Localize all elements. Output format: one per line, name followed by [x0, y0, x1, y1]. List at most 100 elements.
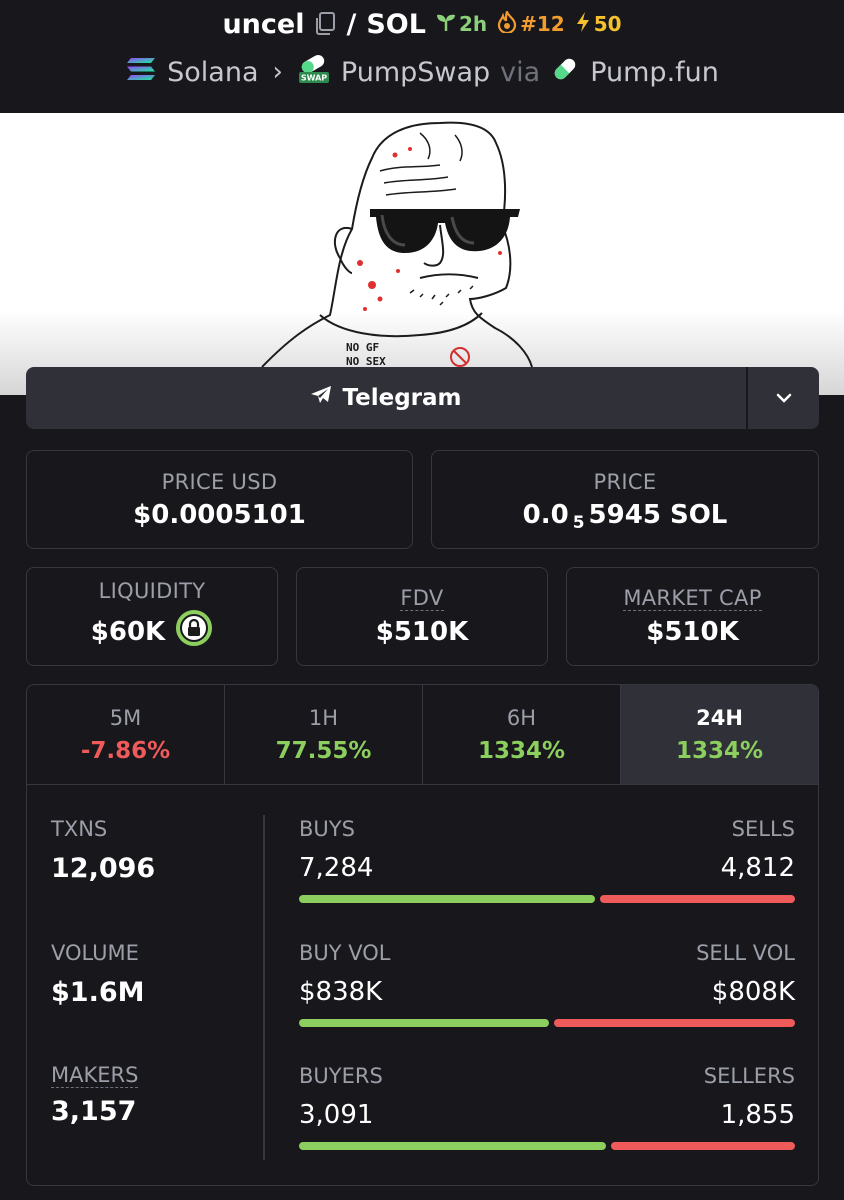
ratio-labels: BUY VOL SELL VOL [299, 941, 795, 965]
tab-label: 5M [109, 705, 142, 730]
price-usd-card: PRICE USD $0.0005101 [26, 450, 413, 549]
sell-vol-bar [554, 1019, 795, 1027]
buyers-value: 3,091 [299, 1100, 374, 1130]
age-value: 2h [458, 12, 488, 36]
txns-stat: TXNS 12,096 [51, 817, 155, 884]
price-native-prefix: 0.0 [522, 499, 569, 530]
volume-stat: VOLUME $1.6M [51, 941, 145, 1008]
telegram-button[interactable]: Telegram [26, 367, 746, 429]
tab-6h[interactable]: 6H 1334% [423, 685, 621, 784]
txns-label: TXNS [51, 817, 108, 841]
copy-icon[interactable] [314, 12, 336, 36]
volume-label: VOLUME [51, 941, 139, 965]
price-usd-label: PRICE USD [161, 469, 278, 494]
market-cap-label[interactable]: MARKET CAP [623, 586, 762, 611]
seedling-icon [436, 12, 456, 37]
price-change: -7.86% [80, 737, 171, 764]
lock-icon[interactable] [175, 609, 213, 654]
chain-link[interactable]: Solana [167, 57, 258, 88]
price-native-label: PRICE [593, 469, 657, 494]
lightning-icon [575, 11, 591, 38]
trending-rank: #12 [520, 12, 565, 36]
buy-vol-value: $838K [299, 977, 383, 1007]
makers-stat: MAKERS 3,157 [51, 1063, 139, 1127]
dex-link[interactable]: PumpSwap [341, 57, 490, 88]
sells-value: 4,812 [720, 853, 795, 883]
tab-label: 24H [696, 705, 743, 730]
price-change: 1334% [675, 737, 764, 764]
stats-panel: 5M -7.86% 1H 77.55% 6H 1334% 24H 1334% T… [26, 684, 819, 1186]
txns-value: 12,096 [51, 853, 156, 884]
buyers-bar [299, 1142, 606, 1150]
fdv-label[interactable]: FDV [400, 586, 444, 611]
telegram-icon [310, 385, 332, 411]
sell-vol-value: $808K [711, 977, 795, 1007]
chevron-right-icon: › [272, 57, 283, 87]
tab-label: 1H [308, 705, 339, 730]
ratio-labels: BUYERS SELLERS [299, 1064, 795, 1088]
buy-vol-bar [299, 1019, 549, 1027]
price-native-zero-count: 5 [572, 512, 585, 533]
quote-symbol: SOL [366, 8, 426, 40]
volume-ratio: BUY VOL SELL VOL $838K $808K [299, 941, 795, 1041]
sells-bar [600, 895, 795, 903]
shirt-text-line1: NO GF [346, 341, 379, 354]
sellers-label: SELLERS [703, 1064, 795, 1088]
svg-text:SWAP: SWAP [301, 73, 327, 82]
buys-sells-bar [299, 895, 795, 903]
boost-badge[interactable]: 50 [575, 11, 622, 38]
sellers-bar [611, 1142, 795, 1150]
breadcrumb: Solana › SWAP PumpSwap via Pump.fun [0, 52, 844, 92]
tab-5m[interactable]: 5M -7.86% [27, 685, 225, 784]
liquidity-value-row: $60K [91, 609, 213, 654]
makers-ratio: BUYERS SELLERS 3,091 1,855 [299, 1064, 795, 1164]
tab-1h[interactable]: 1H 77.55% [225, 685, 423, 784]
token-banner-image: NO GF NO SEX [0, 113, 844, 395]
tab-label: 6H [506, 705, 537, 730]
price-native-suffix: 5945 SOL [588, 499, 728, 530]
sellers-value: 1,855 [720, 1100, 795, 1130]
pill-icon [550, 54, 580, 91]
wojak-illustration: NO GF NO SEX [261, 121, 533, 368]
volume-bar [299, 1019, 795, 1027]
via-label: via [500, 56, 541, 88]
flame-icon [497, 8, 517, 38]
chevron-down-icon [775, 389, 793, 408]
makers-bar [299, 1142, 795, 1150]
pair-separator: / [346, 8, 357, 40]
makers-value: 3,157 [51, 1096, 137, 1127]
ratio-values: 7,284 4,812 [299, 853, 795, 883]
fdv-card: FDV $510K [296, 567, 548, 666]
market-cap-card: MARKET CAP $510K [566, 567, 819, 666]
buys-value: 7,284 [299, 853, 374, 883]
liquidity-value: $60K [90, 616, 166, 647]
telegram-label: Telegram [342, 385, 462, 411]
buy-vol-label: BUY VOL [299, 941, 391, 965]
token-symbol: uncel [222, 8, 305, 40]
sells-label: SELLS [731, 817, 795, 841]
liquidity-label: LIQUIDITY [98, 579, 206, 603]
stats-body: TXNS 12,096 VOLUME $1.6M MAKERS 3,157 BU… [27, 785, 818, 1185]
pair-header: uncel / SOL 2h #12 50 Solana › SWAP Pump… [0, 0, 844, 113]
boost-count: 50 [593, 12, 622, 36]
age-badge: 2h [436, 12, 487, 37]
price-usd-value: $0.0005101 [133, 499, 306, 530]
buys-bar [299, 895, 595, 903]
price-native-card: PRICE 0.0 5 5945 SOL [431, 450, 819, 549]
social-bar: Telegram [26, 367, 819, 429]
ratio-values: 3,091 1,855 [299, 1100, 795, 1130]
makers-label[interactable]: MAKERS [51, 1063, 139, 1088]
trending-badge[interactable]: #12 [497, 8, 565, 38]
ratio-labels: BUYS SELLS [299, 817, 795, 841]
market-cap-value: $510K [646, 617, 739, 647]
pumpswap-icon: SWAP [297, 54, 331, 91]
solana-icon [125, 56, 157, 89]
socials-dropdown-button[interactable] [746, 367, 819, 429]
liquidity-card: LIQUIDITY $60K [26, 567, 278, 666]
tab-24h[interactable]: 24H 1334% [621, 685, 818, 784]
volume-value: $1.6M [51, 977, 145, 1008]
fdv-value: $510K [375, 617, 469, 647]
launchpad-link[interactable]: Pump.fun [590, 57, 719, 88]
price-change: 1334% [477, 737, 566, 764]
price-native-value: 0.0 5 5945 SOL [522, 499, 728, 533]
